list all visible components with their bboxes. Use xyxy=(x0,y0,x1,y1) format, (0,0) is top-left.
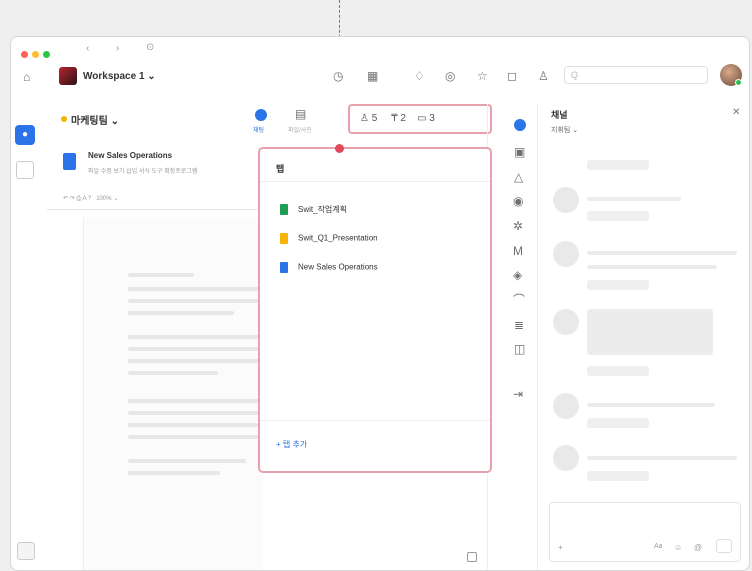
ruler xyxy=(47,209,267,210)
mention-icon[interactable]: ◎ xyxy=(445,70,455,82)
minimize-window-button[interactable] xyxy=(32,51,39,58)
channel-selector[interactable]: 마케팅팀 ⌄ xyxy=(71,112,119,127)
task-rail-icon[interactable] xyxy=(16,161,34,179)
tabs-icon: ▭ xyxy=(417,113,427,124)
home-icon[interactable]: ⌂ xyxy=(23,71,30,83)
send-button[interactable] xyxy=(716,539,732,553)
chat-avatar xyxy=(553,187,579,213)
popup-file-item[interactable]: Swit_작업계획 xyxy=(280,204,348,216)
right-panel-title: 채널 xyxy=(551,110,568,120)
announcement-icon[interactable]: ◷ xyxy=(333,70,343,82)
traffic-lights xyxy=(21,45,54,63)
popup-title: 탭 xyxy=(276,164,285,174)
tabs-count-button[interactable]: ▭ 3 xyxy=(417,113,435,124)
search-icon: Q xyxy=(571,70,579,80)
zoom-select[interactable]: 100% xyxy=(96,196,111,202)
tabs-popup: 탭 Swit_작업계획 Swit_Q1_Presentation New Sal… xyxy=(258,147,492,473)
people-icon[interactable]: ♙ xyxy=(538,70,549,82)
slides-file-icon xyxy=(280,233,288,244)
popup-file-item[interactable]: New Sales Operations xyxy=(280,262,378,273)
right-panel-subtitle[interactable]: 지휘팀 ⌄ xyxy=(551,125,578,135)
add-tab-button[interactable]: + 탭 추가 xyxy=(276,439,307,450)
tab-chat[interactable]: 채팅 xyxy=(253,125,264,134)
tab-files[interactable]: 파일/사진 xyxy=(288,125,312,134)
chat-avatar xyxy=(553,241,579,267)
attach-icon[interactable]: + xyxy=(558,543,563,552)
settings-app-icon[interactable]: ✲ xyxy=(513,220,523,232)
calendar-app-icon[interactable]: ◈ xyxy=(513,269,522,281)
gmail-app-icon[interactable]: M xyxy=(513,245,523,257)
chat-app-icon[interactable] xyxy=(514,119,526,131)
workspace-logo xyxy=(59,67,77,85)
files-tab-icon[interactable]: ▤ xyxy=(295,108,306,120)
apps-grid-icon[interactable]: ▦ xyxy=(367,70,378,82)
maximize-window-button[interactable] xyxy=(43,51,50,58)
star-icon[interactable]: ☆ xyxy=(477,70,488,82)
members-icon: ♙ xyxy=(360,113,369,124)
member-count: 5 xyxy=(371,113,378,124)
close-window-button[interactable] xyxy=(21,51,28,58)
doc-title[interactable]: New Sales Operations xyxy=(88,151,172,160)
close-icon[interactable]: ✕ xyxy=(732,107,740,118)
file-name: New Sales Operations xyxy=(298,262,378,272)
channel-counters-box: ♙ 5 ₸ 2 ▭ 3 xyxy=(348,104,492,134)
chat-rail-icon[interactable]: ● xyxy=(15,125,35,145)
right-panel-divider xyxy=(537,104,538,570)
board-app-icon[interactable]: ◫ xyxy=(514,343,525,355)
note-app-icon[interactable]: ▣ xyxy=(514,146,525,158)
message-composer[interactable]: + Aa ☺ @ xyxy=(549,502,741,562)
pin-icon: ₸ xyxy=(391,113,398,124)
channel-name: 마케팅팀 xyxy=(71,116,108,127)
callout-dot xyxy=(335,144,344,153)
channel-dot-icon xyxy=(61,116,67,122)
outlook-app-icon[interactable]: ◉ xyxy=(513,195,523,207)
cloud-app-icon[interactable]: ⌒ xyxy=(513,294,525,306)
docs-file-icon xyxy=(280,262,288,273)
chat-avatar xyxy=(553,445,579,471)
image-attachment[interactable] xyxy=(587,309,713,355)
collapse-rail-icon[interactable]: ⇥ xyxy=(513,388,523,400)
popup-footer-divider xyxy=(260,420,490,421)
mention-button-icon[interactable]: @ xyxy=(694,543,702,552)
notification-icon[interactable]: ♢ xyxy=(414,70,425,82)
pinned-count: 2 xyxy=(400,113,406,124)
drive-app-icon[interactable]: △ xyxy=(514,171,523,183)
right-panel-subtitle-text: 지휘팀 xyxy=(551,127,571,134)
expand-icon[interactable] xyxy=(467,552,477,562)
docs-file-icon xyxy=(63,153,76,170)
history-icon[interactable]: ⊙ xyxy=(146,42,154,53)
file-icon[interactable]: ◻ xyxy=(507,70,517,82)
chat-tab-icon[interactable] xyxy=(255,109,267,121)
back-icon[interactable]: ‹ xyxy=(86,43,89,54)
file-name: Swit_Q1_Presentation xyxy=(298,233,378,243)
doc-toolbar[interactable]: ↶ ↷ ⎙ A ? 100% ⌄ xyxy=(63,195,118,203)
search-input[interactable]: Q xyxy=(564,66,708,84)
doc-app-icon[interactable]: ≣ xyxy=(514,319,524,331)
chat-avatar xyxy=(553,309,579,335)
workspace-name: Workspace 1 xyxy=(83,71,145,82)
workspace-switcher[interactable]: Workspace 1 ⌄ xyxy=(83,71,156,82)
settings-rail-icon[interactable] xyxy=(17,542,35,560)
popup-divider xyxy=(260,181,490,182)
pinned-count-button[interactable]: ₸ 2 xyxy=(391,113,406,124)
chat-avatar xyxy=(553,393,579,419)
member-count-button[interactable]: ♙ 5 xyxy=(360,113,377,124)
forward-icon[interactable]: › xyxy=(116,43,119,54)
emoji-icon[interactable]: ☺ xyxy=(674,543,682,552)
doc-page xyxy=(83,217,268,570)
doc-menu-bar[interactable]: 파일 수정 보기 삽입 서식 도구 확장프로그램 xyxy=(88,166,263,175)
popup-file-item[interactable]: Swit_Q1_Presentation xyxy=(280,233,378,244)
sheets-file-icon xyxy=(280,204,288,216)
online-status-dot xyxy=(735,79,742,86)
tabs-count: 3 xyxy=(429,113,435,124)
format-icon[interactable]: Aa xyxy=(654,543,663,550)
file-name: Swit_작업계획 xyxy=(298,205,348,214)
